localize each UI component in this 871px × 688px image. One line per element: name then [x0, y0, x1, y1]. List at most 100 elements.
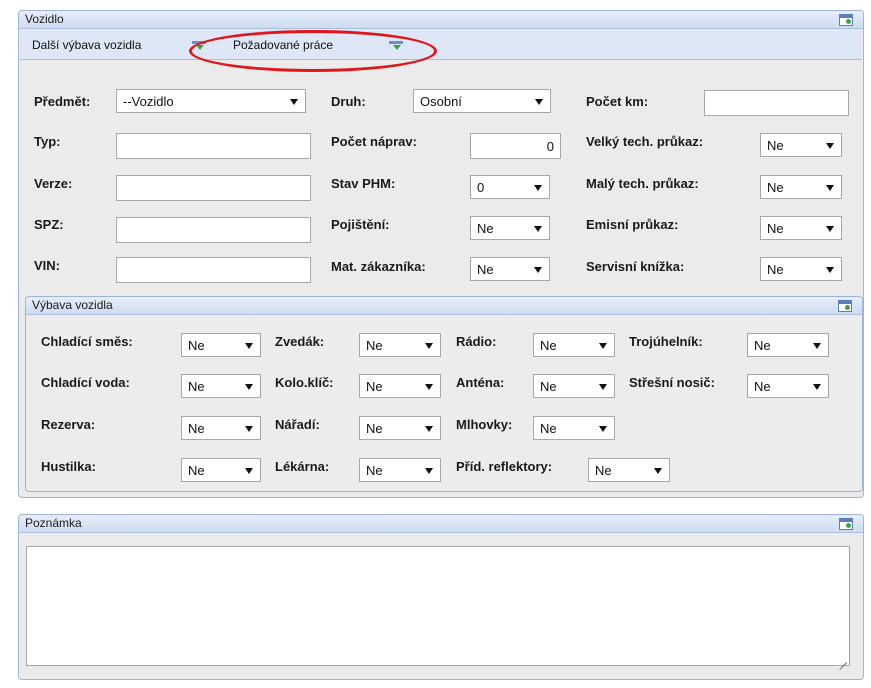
typ-input[interactable]: [116, 133, 311, 159]
radio-label: Rádio:: [456, 334, 497, 349]
vozidlo-panel-title: Vozidlo: [25, 12, 64, 26]
chladici-voda-label: Chladící voda:: [41, 375, 130, 390]
tab-dalsi-vybava-vozidla[interactable]: Další výbava vozidla: [32, 38, 141, 52]
highlight-circle: [189, 30, 437, 72]
emisni-value: Ne: [767, 221, 784, 236]
prid-reflektory-select[interactable]: Ne: [588, 458, 670, 482]
rezerva-select[interactable]: Ne: [181, 416, 261, 440]
lekarna-label: Lékárna:: [275, 459, 330, 474]
hustilka-select[interactable]: Ne: [181, 458, 261, 482]
servisni-label: Servisní knížka:: [586, 259, 685, 274]
naradi-select[interactable]: Ne: [359, 416, 441, 440]
servisni-value: Ne: [767, 262, 784, 277]
chevron-down-icon: [654, 468, 662, 474]
poznamka-panel-title: Poznámka: [25, 516, 82, 530]
trojuhelnik-label: Trojúhelník:: [629, 334, 703, 349]
naradi-value: Ne: [366, 421, 383, 436]
mat-zakaznika-label: Mat. zákazníka:: [331, 259, 426, 274]
chevron-down-icon: [599, 426, 607, 432]
naradi-label: Nářadí:: [275, 417, 320, 432]
chevron-down-icon: [425, 343, 433, 349]
vybava-panel-header: Výbava vozidla: [26, 297, 862, 315]
maly-tp-value: Ne: [767, 180, 784, 195]
verze-input[interactable]: [116, 175, 311, 201]
chevron-down-icon: [826, 267, 834, 273]
pocet-naprav-input[interactable]: 0: [470, 133, 561, 159]
collapse-panel-icon[interactable]: [839, 518, 853, 530]
chevron-down-icon: [826, 143, 834, 149]
hustilka-value: Ne: [188, 463, 205, 478]
stav-phm-select[interactable]: 0: [470, 175, 550, 199]
lekarna-value: Ne: [366, 463, 383, 478]
prid-reflektory-label: Příd. reflektory:: [456, 459, 553, 474]
trojuhelnik-select[interactable]: Ne: [747, 333, 829, 357]
chevron-down-icon: [290, 99, 298, 105]
mat-zakaznika-select[interactable]: Ne: [470, 257, 550, 281]
velky-tp-select[interactable]: Ne: [760, 133, 842, 157]
chevron-down-icon: [245, 468, 253, 474]
mlhovky-value: Ne: [540, 421, 557, 436]
chevron-down-icon: [599, 384, 607, 390]
antena-value: Ne: [540, 379, 557, 394]
druh-value: Osobní: [420, 94, 462, 109]
spz-input[interactable]: [116, 217, 311, 243]
velky-tp-label: Velký tech. průkaz:: [586, 134, 704, 149]
stav-phm-label: Stav PHM:: [331, 176, 396, 191]
chevron-down-icon: [534, 226, 542, 232]
radio-select[interactable]: Ne: [533, 333, 615, 357]
chladici-smes-value: Ne: [188, 338, 205, 353]
resize-grip-icon[interactable]: [837, 653, 847, 663]
emisni-select[interactable]: Ne: [760, 216, 842, 240]
stresni-nosic-label: Střešní nosič:: [629, 375, 715, 390]
hustilka-label: Hustilka:: [41, 459, 96, 474]
stresni-nosic-value: Ne: [754, 379, 771, 394]
chevron-down-icon: [534, 267, 542, 273]
poznamka-textarea[interactable]: [26, 546, 850, 666]
lekarna-select[interactable]: Ne: [359, 458, 441, 482]
pojisteni-select[interactable]: Ne: [470, 216, 550, 240]
velky-tp-value: Ne: [767, 138, 784, 153]
servisni-select[interactable]: Ne: [760, 257, 842, 281]
collapse-panel-icon[interactable]: [838, 300, 852, 312]
mlhovky-select[interactable]: Ne: [533, 416, 615, 440]
predmet-select[interactable]: --Vozidlo: [116, 89, 306, 113]
chladici-smes-label: Chladící směs:: [41, 334, 133, 349]
antena-label: Anténa:: [456, 375, 505, 390]
chladici-smes-select[interactable]: Ne: [181, 333, 261, 357]
druh-label: Druh:: [331, 94, 366, 109]
chevron-down-icon: [826, 226, 834, 232]
chevron-down-icon: [245, 343, 253, 349]
verze-label: Verze:: [34, 176, 73, 191]
mat-zakaznika-value: Ne: [477, 262, 494, 277]
vybava-panel-title: Výbava vozidla: [32, 298, 113, 312]
spz-label: SPZ:: [34, 217, 64, 232]
chevron-down-icon: [245, 426, 253, 432]
chevron-down-icon: [245, 384, 253, 390]
kolo-klic-label: Kolo.klíč:: [275, 375, 334, 390]
prid-reflektory-value: Ne: [595, 463, 612, 478]
chevron-down-icon: [425, 426, 433, 432]
rezerva-label: Rezerva:: [41, 417, 96, 432]
zvedak-select[interactable]: Ne: [359, 333, 441, 357]
antena-select[interactable]: Ne: [533, 374, 615, 398]
chevron-down-icon: [535, 99, 543, 105]
collapse-panel-icon[interactable]: [839, 14, 853, 26]
chevron-down-icon: [534, 185, 542, 191]
vin-input[interactable]: [116, 257, 311, 283]
pocet-km-label: Počet km:: [586, 94, 649, 109]
vin-label: VIN:: [34, 258, 60, 273]
pocet-km-input[interactable]: [704, 90, 849, 116]
chevron-down-icon: [599, 343, 607, 349]
predmet-value: --Vozidlo: [123, 94, 174, 109]
chevron-down-icon: [425, 384, 433, 390]
maly-tp-select[interactable]: Ne: [760, 175, 842, 199]
kolo-klic-select[interactable]: Ne: [359, 374, 441, 398]
chevron-down-icon: [425, 468, 433, 474]
chevron-down-icon: [813, 343, 821, 349]
druh-select[interactable]: Osobní: [413, 89, 551, 113]
chevron-down-icon: [826, 185, 834, 191]
rezerva-value: Ne: [188, 421, 205, 436]
stresni-nosic-select[interactable]: Ne: [747, 374, 829, 398]
chladici-voda-select[interactable]: Ne: [181, 374, 261, 398]
vozidlo-panel-header: Vozidlo: [19, 11, 863, 29]
